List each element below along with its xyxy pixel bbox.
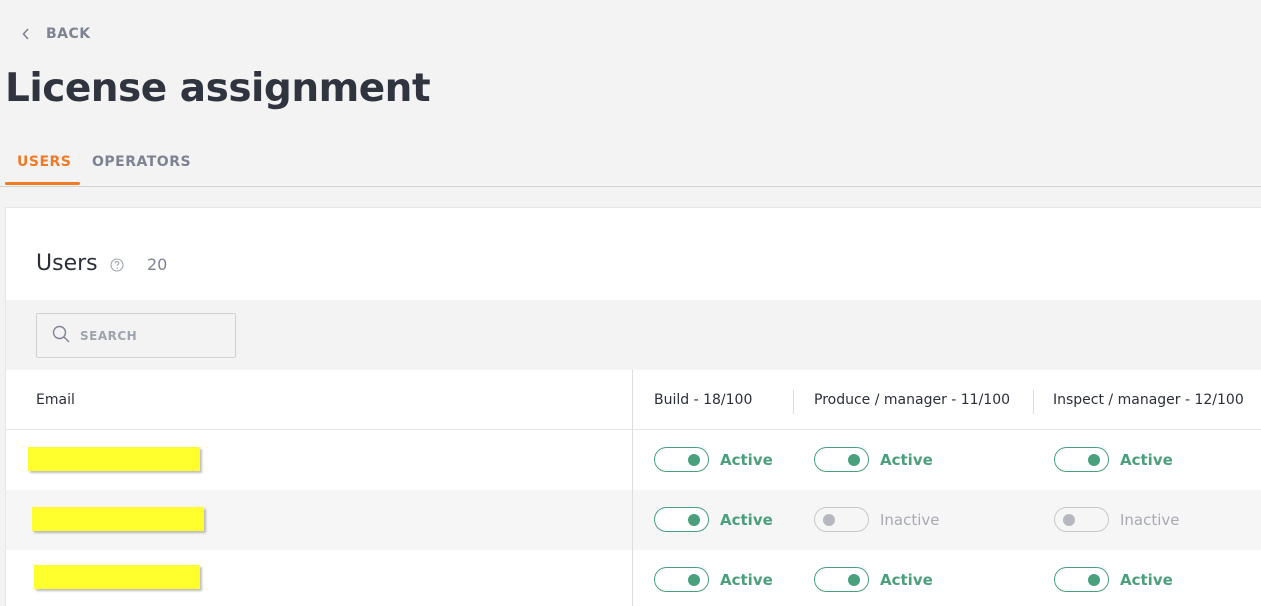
status-label: Active [720,510,773,529]
toggle-switch[interactable] [654,567,709,592]
redacted-email [28,447,200,471]
users-count: 20 [147,255,168,274]
status-label: Active [720,570,773,589]
status-label: Active [720,450,773,469]
table-header: Email Build - 18/100 Produce / manager -… [6,370,1261,430]
page-title: License assignment [5,66,431,111]
active-tab-indicator [5,182,80,185]
tab-users[interactable]: USERS [17,154,71,170]
users-card-header: Users 20 [6,208,1261,300]
toggle-switch[interactable] [814,567,869,592]
produce-license-toggle[interactable]: Inactive [814,507,940,532]
column-header-produce[interactable]: Produce / manager - 11/100 [814,392,1010,408]
toggle-switch[interactable] [814,447,869,472]
status-label: Inactive [880,510,940,529]
toggle-switch[interactable] [814,507,869,532]
toggle-switch[interactable] [1054,507,1109,532]
tab-operators[interactable]: OPERATORS [92,154,191,170]
search-icon [52,325,70,347]
users-section-title: Users [36,251,98,276]
build-license-toggle[interactable]: Active [654,507,773,532]
status-label: Active [880,570,933,589]
build-license-toggle[interactable]: Active [654,567,773,592]
column-header-build[interactable]: Build - 18/100 [654,392,752,408]
column-separator [793,390,794,414]
search-box[interactable] [36,313,236,358]
status-label: Active [1120,570,1173,589]
table-toolbar [6,300,1261,370]
chevron-left-icon [22,28,30,40]
back-label: BACK [46,26,91,42]
toggle-switch[interactable] [1054,447,1109,472]
redacted-email [34,565,200,589]
produce-license-toggle[interactable]: Active [814,567,933,592]
inspect-license-toggle[interactable]: Active [1054,567,1173,592]
question-circle-icon[interactable] [110,257,124,276]
toggle-switch[interactable] [654,447,709,472]
redacted-email [32,507,204,531]
toggle-switch[interactable] [654,507,709,532]
inspect-license-toggle[interactable]: Inactive [1054,507,1180,532]
build-license-toggle[interactable]: Active [654,447,773,472]
tab-bar: USERS OPERATORS [0,140,1261,187]
table-row: Active Inactive Inactive [6,490,1261,550]
table-row: Active Active Active [6,430,1261,490]
column-separator [1033,390,1034,414]
status-label: Active [880,450,933,469]
email-column-divider [632,370,633,606]
toggle-switch[interactable] [1054,567,1109,592]
status-label: Inactive [1120,510,1180,529]
column-header-email[interactable]: Email [36,392,75,408]
status-label: Active [1120,450,1173,469]
search-input[interactable] [80,328,210,343]
produce-license-toggle[interactable]: Active [814,447,933,472]
inspect-license-toggle[interactable]: Active [1054,447,1173,472]
table-row: Active Active Active [6,550,1261,606]
back-link[interactable]: BACK [22,26,91,42]
users-card: Users 20 Email Build - 18/100 Produce / … [5,207,1261,606]
column-header-inspect[interactable]: Inspect / manager - 12/100 [1053,392,1244,408]
